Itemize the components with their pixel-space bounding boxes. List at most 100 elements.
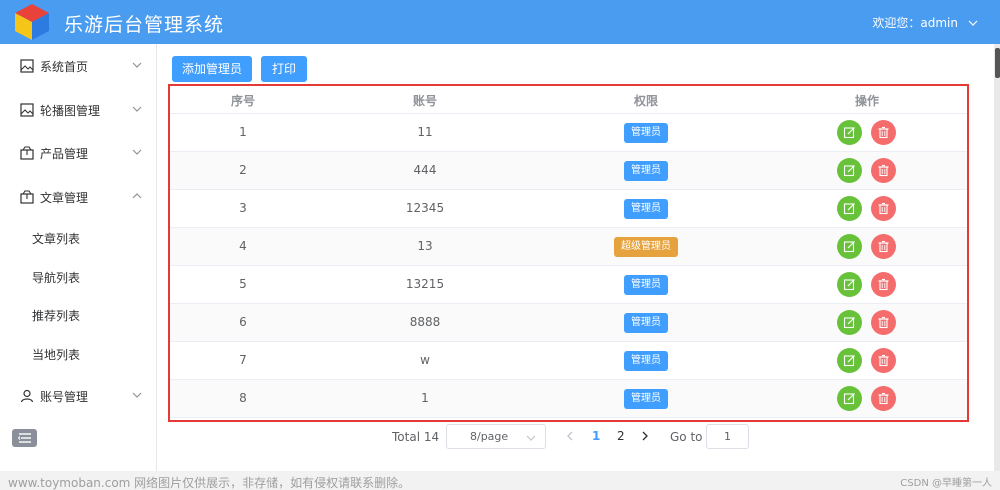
sidebar-subitem-article-list[interactable]: 文章列表 — [0, 219, 157, 257]
cell-account: w — [420, 353, 430, 367]
app-logo-icon — [15, 4, 49, 40]
scrollbar-track[interactable] — [994, 44, 1000, 471]
trash-icon — [878, 164, 889, 177]
edit-button[interactable] — [837, 272, 862, 297]
sidebar-subitem-label: 导航列表 — [32, 271, 81, 285]
print-button[interactable]: 打印 — [261, 56, 307, 82]
column-header-index: 序号 — [230, 94, 256, 108]
role-badge: 管理员 — [624, 161, 668, 181]
chevron-up-icon — [132, 193, 142, 199]
edit-button[interactable] — [837, 196, 862, 221]
cell-index: 4 — [239, 239, 247, 253]
page-1[interactable]: 1 — [592, 429, 600, 443]
table-row: 3 12345 管理员 — [170, 190, 967, 228]
edit-icon — [843, 279, 855, 291]
trash-icon — [878, 126, 889, 139]
delete-button[interactable] — [871, 348, 896, 373]
user-icon — [20, 389, 34, 403]
sidebar-subitem-label: 推荐列表 — [32, 309, 81, 323]
sidebar-subitem-label: 文章列表 — [32, 232, 81, 246]
app-title: 乐游后台管理系统 — [64, 14, 225, 36]
sidebar-item-carousel[interactable]: 轮播图管理 — [0, 90, 157, 130]
column-header-account: 账号 — [412, 94, 438, 108]
trash-icon — [878, 240, 889, 253]
role-badge: 管理员 — [624, 313, 668, 333]
edit-button[interactable] — [837, 310, 862, 335]
cell-account: 444 — [413, 163, 437, 177]
sidebar-subitem-local-list[interactable]: 当地列表 — [0, 335, 157, 373]
page-size-select[interactable]: 8/page — [446, 424, 546, 449]
sidebar-item-articles[interactable]: 文章管理 — [0, 177, 157, 217]
trash-icon — [878, 278, 889, 291]
sidebar-item-home[interactable]: 系统首页 — [0, 46, 157, 86]
watermark-text: www.toymoban.com 网络图片仅供展示，非存储，如有侵权请联系删除。 — [8, 476, 411, 490]
add-admin-button[interactable]: 添加管理员 — [172, 56, 252, 82]
image-icon — [20, 59, 34, 73]
delete-button[interactable] — [871, 196, 896, 221]
sidebar-item-accounts[interactable]: 账号管理 — [0, 376, 157, 416]
sidebar: 系统首页 轮播图管理 产品管理 文章管理 文章列表 导航列表 推荐列表 当地列表… — [0, 44, 157, 490]
chevron-down-icon — [132, 62, 142, 68]
chevron-down-icon — [526, 435, 536, 441]
delete-button[interactable] — [871, 120, 896, 145]
scrollbar-thumb[interactable] — [995, 48, 1000, 78]
delete-button[interactable] — [871, 310, 896, 335]
role-badge: 管理员 — [624, 199, 668, 219]
role-badge: 超级管理员 — [614, 237, 678, 257]
chevron-down-icon — [132, 392, 142, 398]
column-header-actions: 操作 — [854, 94, 880, 108]
chevron-right-icon[interactable] — [641, 431, 649, 441]
edit-button[interactable] — [837, 158, 862, 183]
edit-button[interactable] — [837, 234, 862, 259]
image-icon — [20, 103, 34, 117]
sidebar-collapse-button[interactable] — [12, 429, 37, 447]
table-row: 2 444 管理员 — [170, 152, 967, 190]
sidebar-item-label: 系统首页 — [40, 60, 89, 74]
edit-icon — [843, 317, 855, 329]
role-badge: 管理员 — [624, 123, 668, 143]
chevron-down-icon — [968, 20, 978, 26]
cell-index: 6 — [239, 315, 247, 329]
edit-button[interactable] — [837, 120, 862, 145]
cell-account: 13 — [417, 239, 433, 253]
admin-table: 序号 账号 权限 操作 1 11 管理员 2 444 管理员 3 12345 管理员 4 13 超级管… — [168, 84, 969, 422]
table-row: 7 w 管理员 — [170, 342, 967, 380]
user-greeting: 欢迎您：admin — [872, 16, 958, 30]
cell-index: 5 — [239, 277, 247, 291]
edit-icon — [843, 241, 855, 253]
delete-button[interactable] — [871, 272, 896, 297]
goto-page-input[interactable] — [706, 424, 749, 449]
edit-button[interactable] — [837, 348, 862, 373]
cell-index: 2 — [239, 163, 247, 177]
sidebar-subitem-recommend-list[interactable]: 推荐列表 — [0, 296, 157, 334]
delete-button[interactable] — [871, 386, 896, 411]
cell-index: 8 — [239, 391, 247, 405]
delete-button[interactable] — [871, 234, 896, 259]
table-row: 8 1 管理员 — [170, 380, 967, 418]
cell-account: 12345 — [405, 201, 445, 215]
role-badge: 管理员 — [624, 389, 668, 409]
page-2[interactable]: 2 — [617, 429, 625, 443]
goto-label: Go to — [670, 430, 703, 444]
user-menu[interactable]: 欢迎您：admin — [872, 14, 978, 31]
table-header: 序号 账号 权限 操作 — [170, 86, 967, 114]
table-row: 4 13 超级管理员 — [170, 228, 967, 266]
table-row: 5 13215 管理员 — [170, 266, 967, 304]
sidebar-item-label: 轮播图管理 — [40, 104, 101, 118]
cell-index: 3 — [239, 201, 247, 215]
role-badge: 管理员 — [624, 275, 668, 295]
cell-index: 7 — [239, 353, 247, 367]
sidebar-item-products[interactable]: 产品管理 — [0, 133, 157, 173]
delete-button[interactable] — [871, 158, 896, 183]
table-row: 1 11 管理员 — [170, 114, 967, 152]
edit-button[interactable] — [837, 386, 862, 411]
chevron-down-icon — [132, 106, 142, 112]
sidebar-item-label: 文章管理 — [40, 191, 89, 205]
sidebar-subitem-label: 当地列表 — [32, 348, 81, 362]
chevron-down-icon — [132, 149, 142, 155]
page-size-value: 8/page — [470, 430, 509, 443]
sidebar-subitem-nav-list[interactable]: 导航列表 — [0, 258, 157, 296]
sidebar-item-label: 账号管理 — [40, 390, 89, 404]
chevron-left-icon[interactable] — [566, 431, 574, 441]
edit-icon — [843, 203, 855, 215]
